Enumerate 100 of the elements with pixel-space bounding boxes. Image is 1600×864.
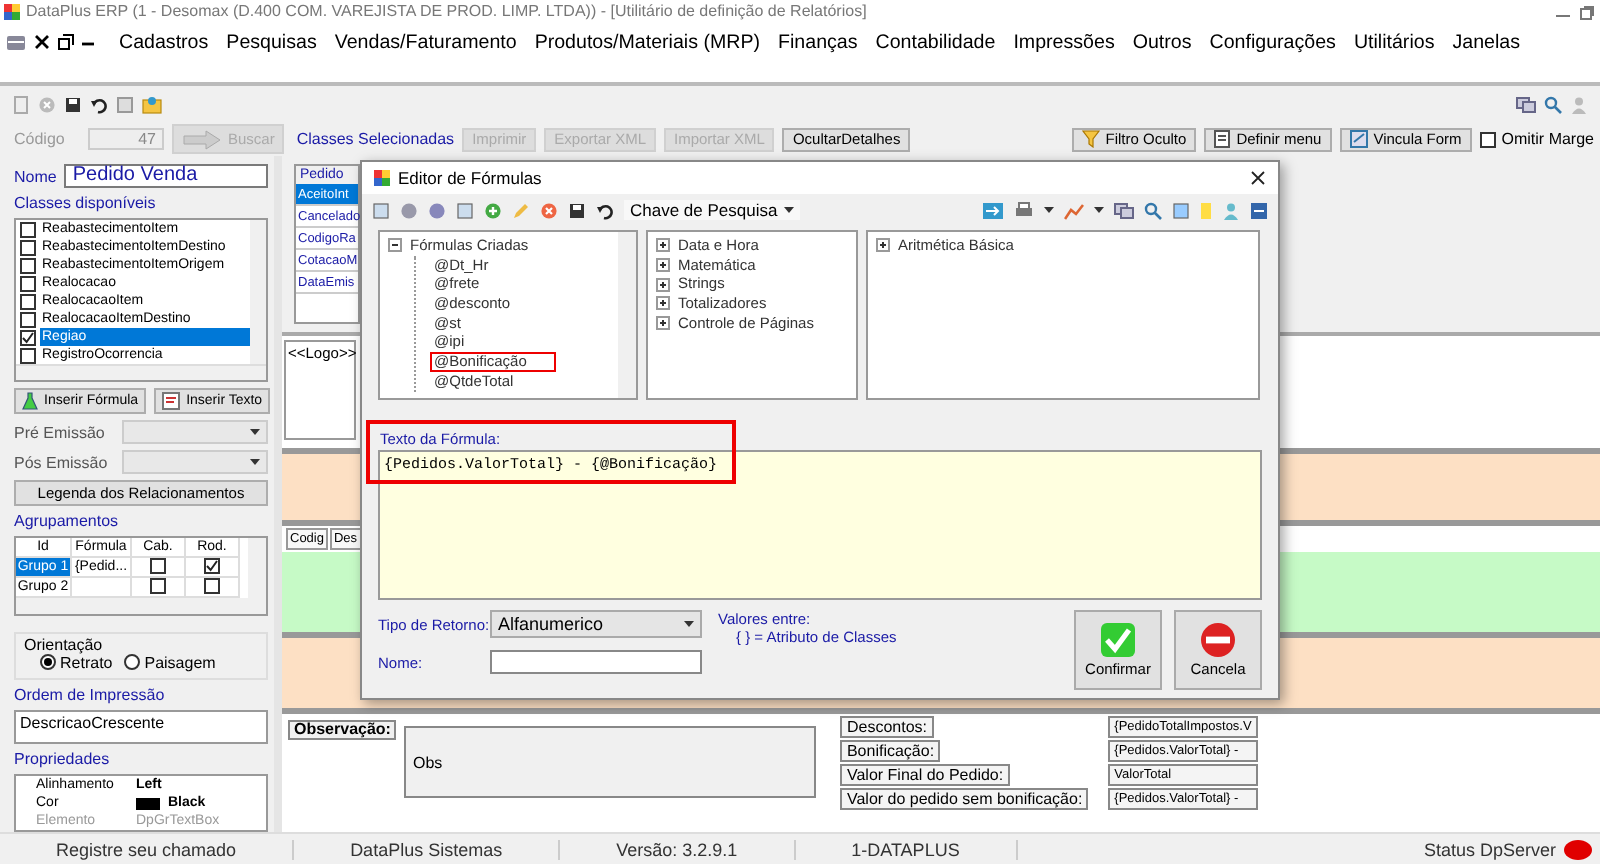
checkbox[interactable] <box>1479 131 1496 147</box>
save-icon[interactable] <box>64 95 82 113</box>
panel-icon[interactable] <box>1250 201 1268 219</box>
report-label: Descontos: <box>840 716 933 738</box>
checkbox[interactable] <box>20 311 36 327</box>
field-label: Pré Emissão <box>14 423 107 441</box>
section-label: Agrupamentos <box>14 511 121 530</box>
search-icon[interactable] <box>1144 201 1162 219</box>
section-label: Propriedades <box>14 750 112 768</box>
expand-icon[interactable] <box>656 296 670 311</box>
scrollbar[interactable] <box>248 537 266 598</box>
checkbox-label: Omitir Marge <box>1501 130 1594 148</box>
status-text: Status DpServer <box>1423 839 1556 859</box>
status-text: Versão: 3.2.9.1 <box>560 839 796 859</box>
app-icon <box>374 170 390 186</box>
check-icon <box>1100 622 1136 658</box>
report-label: Valor Final do Pedido: <box>840 764 1010 786</box>
expand-icon[interactable] <box>656 238 670 253</box>
menu-item[interactable]: Produtos/Materiais (MRP) <box>525 31 770 53</box>
window-icon[interactable] <box>372 201 390 219</box>
menu-item[interactable]: Janelas <box>1443 31 1530 53</box>
section-label: Classes Selecionadas <box>296 130 455 148</box>
group-label: Orientação <box>24 635 103 654</box>
field-label: Código <box>14 130 67 148</box>
folder-icon[interactable] <box>142 95 162 113</box>
chart-icon[interactable] <box>1064 201 1084 219</box>
search-icon[interactable] <box>1544 95 1562 113</box>
report-field: Obs <box>404 726 817 798</box>
arrow-icon <box>182 129 222 149</box>
checkbox[interactable] <box>150 558 166 575</box>
save-icon[interactable] <box>568 201 586 219</box>
export-icon[interactable] <box>982 201 1004 219</box>
checkbox[interactable] <box>204 558 220 575</box>
window-icon[interactable] <box>1172 201 1190 219</box>
scrollbar[interactable] <box>618 232 636 398</box>
report-label: Valor do pedido sem bonificação: <box>840 788 1089 810</box>
checkbox[interactable] <box>20 275 36 291</box>
printer-icon[interactable] <box>1014 201 1034 219</box>
window-icon[interactable] <box>456 201 474 219</box>
caret-icon <box>1044 206 1054 214</box>
checkbox[interactable] <box>20 221 36 237</box>
restore-icon[interactable] <box>58 34 74 50</box>
undo-icon[interactable] <box>596 201 614 219</box>
close-icon[interactable] <box>1250 170 1266 186</box>
add-icon[interactable] <box>484 201 502 219</box>
menu-item[interactable]: Impressões <box>1004 31 1124 53</box>
checkbox[interactable] <box>20 239 36 255</box>
preview-icon[interactable] <box>116 95 134 113</box>
expand-icon[interactable] <box>876 238 890 253</box>
checkbox[interactable] <box>20 329 36 345</box>
expand-icon[interactable] <box>656 258 670 273</box>
windows-icon[interactable] <box>1516 95 1536 113</box>
caret-icon <box>250 428 260 436</box>
expand-icon[interactable] <box>656 277 670 292</box>
checkbox[interactable] <box>20 347 36 363</box>
menu-item[interactable]: Finanças <box>769 31 867 53</box>
scrollbar[interactable] <box>16 364 266 380</box>
app-icon <box>4 3 20 19</box>
menu-item[interactable]: Contabilidade <box>866 31 1005 53</box>
radio-button[interactable] <box>124 654 141 671</box>
report-label: Bonificação: <box>840 740 941 762</box>
checkbox[interactable] <box>204 578 220 595</box>
window-title: DataPlus ERP (1 - Desomax (D.400 COM. VAREJISTA DE PROD. LIMP. LTDA)) - [Utilitário de definição de Relatórios] <box>26 2 867 20</box>
app-menu-icon[interactable] <box>6 33 26 51</box>
text-icon <box>162 392 181 410</box>
radio-button[interactable] <box>40 654 56 671</box>
name-field[interactable] <box>490 650 702 674</box>
caret-icon <box>250 458 260 466</box>
menu-item[interactable]: Pesquisas <box>217 31 326 53</box>
menu-item[interactable]: Cadastros <box>110 31 218 53</box>
section-label: Ordem de Impressão <box>14 685 167 704</box>
status-text: Registre seu chamado <box>0 839 295 859</box>
menu-item[interactable]: Vendas/Faturamento <box>325 31 526 53</box>
caret-icon <box>783 206 794 214</box>
name-field[interactable]: Pedido Venda <box>64 164 268 188</box>
menu-item[interactable]: Utilitários <box>1344 31 1444 53</box>
print-order-field[interactable]: DescricaoCrescente <box>14 709 268 744</box>
scrollbar[interactable] <box>250 220 266 364</box>
undo-icon[interactable] <box>90 95 108 113</box>
delete-icon[interactable] <box>540 201 558 219</box>
expand-icon[interactable] <box>656 316 670 331</box>
caret-icon <box>684 620 694 628</box>
dialog-title: Editor de Fórmulas <box>398 168 542 188</box>
field-label: Observação: <box>288 720 397 740</box>
funnel-icon <box>1081 130 1100 148</box>
status-text: DataPlus Sistemas <box>294 839 561 859</box>
return-type-dropdown[interactable]: Alfanumerico <box>490 610 702 638</box>
menu-item[interactable]: Configurações <box>1200 31 1345 53</box>
field-label: Nome <box>14 167 57 185</box>
menu-item[interactable]: Outros <box>1123 31 1201 53</box>
windows-icon[interactable] <box>1114 201 1134 219</box>
checkbox[interactable] <box>150 578 166 595</box>
search-key-dropdown[interactable]: Chave de Pesquisa <box>624 200 800 220</box>
checkbox[interactable] <box>20 257 36 273</box>
status-text: 1-DATAPLUS <box>795 839 1018 859</box>
link-icon <box>1349 130 1368 148</box>
collapse-icon[interactable] <box>388 238 402 253</box>
close-icon[interactable] <box>34 34 50 50</box>
checkbox[interactable] <box>20 293 36 309</box>
section-label: Classes disponíveis <box>14 194 158 212</box>
